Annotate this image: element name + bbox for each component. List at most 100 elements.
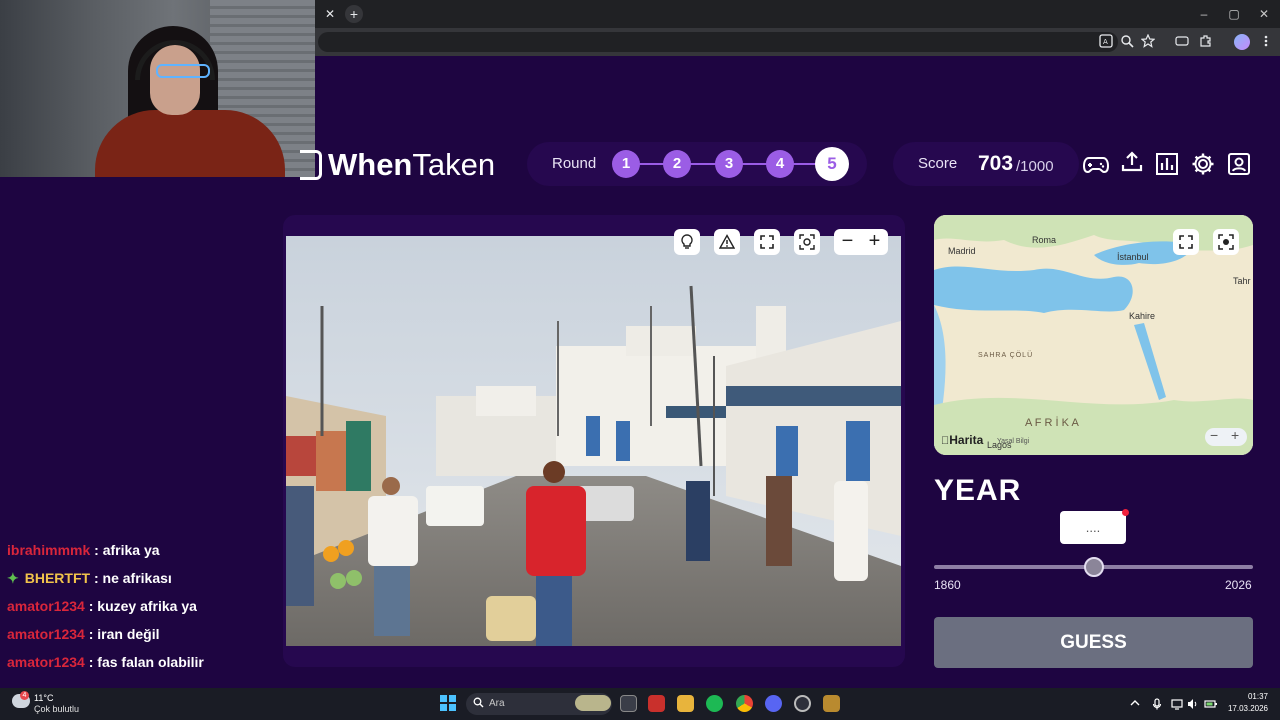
settings-icon[interactable] — [1191, 152, 1215, 176]
map-fullscreen-icon[interactable] — [1173, 229, 1199, 255]
windows-start-icon[interactable] — [440, 695, 456, 711]
battery-icon[interactable] — [1204, 698, 1217, 710]
chat-separator: : — [84, 654, 98, 670]
hint-icon[interactable] — [674, 229, 700, 255]
logo-icon — [300, 150, 322, 180]
gamepad-icon[interactable] — [1082, 152, 1110, 176]
menu-icon[interactable] — [1258, 34, 1274, 50]
app-game-icon[interactable] — [823, 695, 840, 712]
search-icon — [473, 697, 484, 711]
chat-message: ibrahimmmk : afrika ya — [7, 542, 277, 570]
map-label-sahara: SAHRA ÇÖLÜ — [978, 352, 1034, 359]
chat-username: ibrahimmmk — [7, 542, 91, 558]
fullscreen-icon[interactable] — [754, 229, 780, 255]
map-zoom-out-button[interactable]: − — [1210, 427, 1218, 443]
chat-overlay: ibrahimmmk : afrika ya ✦ BHERTFT : ne afri… — [7, 542, 277, 682]
chat-message: amator1234 : fas falan olabilir — [7, 654, 277, 682]
stats-icon[interactable] — [1155, 152, 1179, 176]
round-step-3: 3 — [715, 150, 743, 178]
round-step-2: 2 — [663, 150, 691, 178]
profile-icon[interactable] — [1227, 152, 1251, 176]
task-view-icon[interactable] — [620, 695, 637, 712]
chat-separator: : — [84, 598, 98, 614]
app-p-icon[interactable] — [648, 695, 665, 712]
chat-message: ✦ BHERTFT : ne afrikası — [7, 570, 277, 598]
guess-map[interactable] — [934, 215, 1253, 455]
report-icon[interactable] — [714, 229, 740, 255]
score-total: /1000 — [1016, 158, 1054, 175]
spotify-icon[interactable] — [706, 695, 723, 712]
weather-condition[interactable]: Çok bulutlu — [34, 704, 79, 714]
chat-message: amator1234 : kuzey afrika ya — [7, 598, 277, 626]
network-icon[interactable] — [1171, 698, 1183, 710]
guess-photo[interactable] — [286, 236, 901, 646]
year-input[interactable]: .... — [1060, 511, 1126, 544]
round-step-4: 4 — [766, 150, 794, 178]
logo-text-bold: When — [328, 147, 413, 182]
webcam-overlay — [0, 0, 315, 177]
zoom-in-button[interactable]: + — [861, 229, 888, 255]
year-slider-thumb[interactable] — [1083, 557, 1104, 577]
guess-button[interactable]: GUESS — [934, 617, 1253, 668]
photo-zoom-control: − + — [834, 229, 888, 255]
file-explorer-icon[interactable] — [677, 695, 694, 712]
map-label-istanbul: İstanbul — [1117, 252, 1149, 262]
translate-icon[interactable]: A — [1098, 34, 1114, 50]
year-slider-max: 2026 — [1225, 578, 1252, 592]
chat-message: amator1234 : iran değil — [7, 626, 277, 654]
star-icon[interactable] — [1140, 33, 1156, 50]
chat-username: BHERTFT — [24, 570, 91, 586]
profile-avatar[interactable] — [1234, 34, 1250, 50]
chat-separator: : — [90, 542, 103, 558]
taskbar-date[interactable]: 17.03.2026 — [1222, 704, 1268, 713]
round-step-1: 1 — [612, 150, 640, 178]
map-legal-link[interactable]: Yasal Bilgi — [997, 438, 1029, 445]
score-label: Score — [918, 155, 958, 172]
map-zoom-control: − + — [1205, 427, 1247, 446]
map-label-afrika: A F R İ K A — [1025, 417, 1079, 429]
taskbar-search-placeholder: Ara — [489, 698, 505, 709]
volume-icon[interactable] — [1187, 698, 1199, 710]
taskbar-time[interactable]: 01:37 — [1226, 692, 1268, 701]
close-window-button[interactable]: ✕ — [1254, 5, 1274, 23]
reading-icon[interactable] — [1174, 34, 1190, 50]
discord-icon[interactable] — [765, 695, 782, 712]
chat-text: afrika ya — [102, 542, 160, 558]
map-label-tahran: Tahr — [1233, 276, 1251, 286]
chat-username: amator1234 — [7, 598, 85, 614]
zoom-out-button[interactable]: − — [834, 229, 861, 255]
score-value: 703 — [978, 152, 1014, 175]
chat-text: kuzey afrika ya — [97, 598, 197, 614]
chrome-icon[interactable] — [736, 695, 753, 712]
tray-chevron-icon[interactable] — [1129, 698, 1141, 710]
app-clock-icon[interactable] — [794, 695, 811, 712]
map-zoom-in-button[interactable]: + — [1231, 427, 1239, 443]
share-icon[interactable] — [1120, 150, 1144, 174]
minimize-button[interactable]: – — [1194, 5, 1214, 23]
tab-close-button[interactable]: ✕ — [322, 6, 338, 22]
svg-text:A: A — [1103, 38, 1108, 46]
round-step-5-current: 5 — [815, 147, 849, 181]
chat-separator: : — [84, 626, 98, 642]
chat-text: ne afrikası — [102, 570, 172, 586]
search-highlight-image — [575, 695, 611, 711]
address-bar[interactable] — [318, 32, 1118, 52]
map-recenter-icon[interactable] — [1213, 229, 1239, 255]
map-label-madrid: Madrid — [948, 246, 976, 256]
apple-logo-icon:  — [941, 435, 949, 447]
extensions-icon[interactable] — [1198, 34, 1214, 50]
year-indicator-dot — [1122, 509, 1129, 516]
focus-icon[interactable] — [794, 229, 820, 255]
app-logo[interactable]: When Taken — [300, 147, 495, 182]
glasses — [156, 64, 210, 78]
chat-text: fas falan olabilir — [97, 654, 204, 670]
chat-badge-icon: ✦ — [7, 570, 19, 586]
new-tab-button[interactable]: + — [345, 5, 363, 23]
weather-temp[interactable]: 11°C — [34, 693, 53, 703]
chat-separator: : — [90, 570, 103, 586]
map-label-roma: Roma — [1032, 235, 1057, 245]
zoom-icon[interactable] — [1119, 34, 1135, 50]
maximize-button[interactable]: ▢ — [1224, 5, 1244, 23]
taskbar — [0, 688, 1280, 720]
microphone-icon[interactable] — [1151, 698, 1163, 710]
